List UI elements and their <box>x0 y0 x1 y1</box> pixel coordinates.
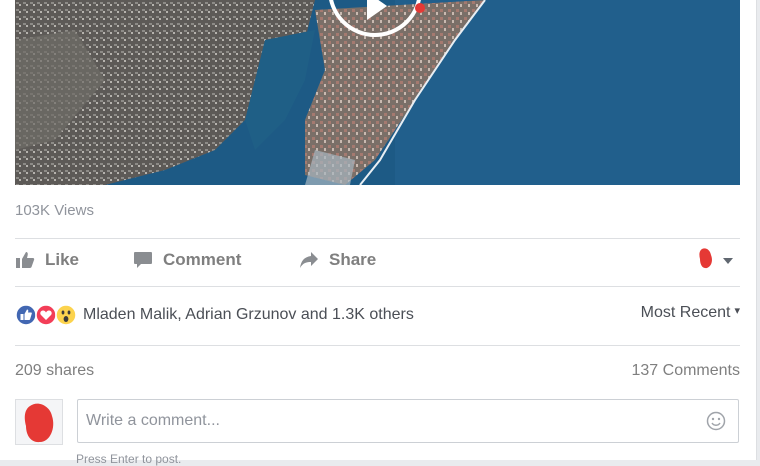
post-hint: Press Enter to post. <box>76 452 182 466</box>
divider <box>15 238 740 239</box>
redacted-avatar-icon <box>698 247 714 274</box>
chevron-down-icon <box>722 252 734 270</box>
reaction-icons <box>15 304 77 326</box>
comment-input[interactable] <box>77 399 739 443</box>
like-icon <box>15 304 37 326</box>
sort-dropdown[interactable]: Most Recent ▾ <box>641 304 740 322</box>
redacted-avatar-icon <box>24 403 54 443</box>
like-label: Like <box>45 250 80 269</box>
reactions-summary[interactable]: Mladen Malik, Adrian Grzunov and 1.3K ot… <box>15 300 740 330</box>
reactors-text[interactable]: Mladen Malik, Adrian Grzunov and 1.3K ot… <box>83 306 414 324</box>
post-card: 103K Views Like Comment Share Mladen Mal… <box>0 0 757 466</box>
sort-label: Most Recent <box>640 304 731 321</box>
thumbs-up-icon <box>15 251 35 269</box>
satellite-image <box>15 0 740 185</box>
divider <box>15 345 740 346</box>
comment-label: Comment <box>163 250 242 269</box>
comment-button[interactable]: Comment <box>133 244 241 276</box>
comment-bubble-icon <box>133 251 153 269</box>
wow-icon <box>55 304 77 326</box>
video-player[interactable] <box>15 0 740 185</box>
comment-composer <box>15 397 740 447</box>
love-icon <box>35 304 57 326</box>
divider <box>15 286 740 287</box>
emoji-icon[interactable] <box>706 411 726 436</box>
engagement-counts: 209 shares 137 Comments <box>15 362 740 380</box>
caret-down-icon: ▾ <box>734 304 740 317</box>
comments-count[interactable]: 137 Comments <box>632 362 741 380</box>
avatar <box>15 399 63 445</box>
shares-count[interactable]: 209 shares <box>15 362 94 379</box>
page-selector[interactable] <box>698 247 734 274</box>
action-bar: Like Comment Share <box>15 244 740 278</box>
view-count: 103K Views <box>15 202 94 219</box>
share-label: Share <box>329 250 377 269</box>
share-button[interactable]: Share <box>299 244 376 276</box>
share-arrow-icon <box>299 251 319 269</box>
like-button[interactable]: Like <box>15 244 79 276</box>
